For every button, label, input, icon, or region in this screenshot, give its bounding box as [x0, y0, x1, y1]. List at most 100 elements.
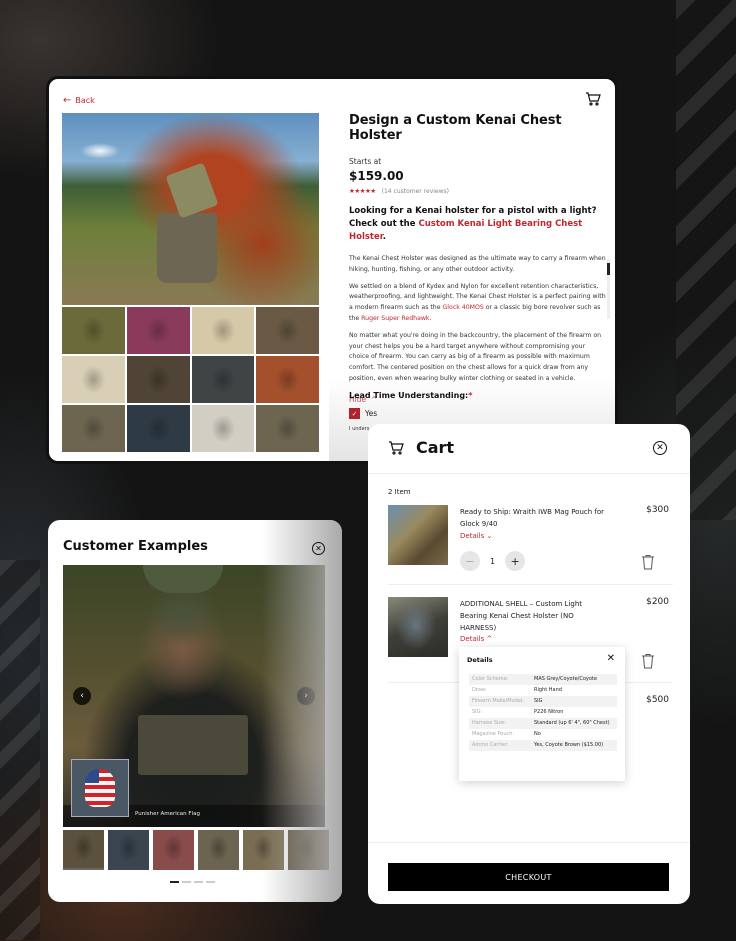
carousel-dots	[170, 881, 215, 883]
trash-icon[interactable]	[641, 653, 655, 669]
reviews-link[interactable]: (14 customer reviews)	[382, 188, 449, 195]
example-thumbnail[interactable]	[153, 830, 194, 870]
back-link[interactable]: ← Back	[63, 95, 95, 106]
next-image-button[interactable]: ›	[297, 687, 315, 705]
yes-checkbox[interactable]: ✓	[349, 408, 360, 419]
carousel-dot[interactable]	[170, 881, 179, 883]
cart-item-price: $200	[646, 597, 669, 607]
cart-item-name[interactable]: Ready to Ship: Wraith IWB Mag Pouch for …	[460, 506, 610, 530]
product-panel: ← Back Design a Custom Kenai Chest Holst…	[46, 76, 618, 464]
details-label: Details	[460, 532, 485, 540]
product-main-image[interactable]	[62, 113, 319, 305]
yes-label: Yes	[365, 409, 378, 418]
details-key: Harness Size:	[469, 718, 531, 729]
details-row: Firearm Make/Model: SIG	[469, 696, 617, 707]
carousel-dot[interactable]	[182, 881, 191, 883]
previous-image-button[interactable]: ‹	[73, 687, 91, 705]
details-value: SIG	[531, 696, 617, 707]
example-thumbnail[interactable]	[108, 830, 149, 870]
punisher-flag-image	[71, 759, 129, 817]
checkout-button[interactable]: CHECKOUT	[388, 863, 669, 891]
details-key: Magazine Pouch:	[472, 731, 515, 737]
check-icon: ✓	[351, 409, 358, 418]
product-thumbnail[interactable]	[191, 356, 255, 403]
product-thumbnail[interactable]	[256, 307, 319, 354]
ruger-super-redhawk-link[interactable]: Ruger Super Redhawk	[361, 315, 429, 322]
chevron-up-icon: ^	[486, 635, 493, 643]
product-thumbnail[interactable]	[256, 356, 319, 403]
product-thumbnail[interactable]	[126, 405, 190, 452]
details-value: MAS Grey/Coyote/Coyote	[531, 674, 617, 685]
cart-icon	[389, 441, 404, 455]
close-icon: ✕	[606, 653, 615, 664]
details-toggle[interactable]: Details ^	[460, 635, 492, 643]
details-label: Details	[460, 635, 485, 643]
product-thumbnail[interactable]	[62, 356, 125, 403]
cart-footer-divider	[368, 842, 690, 843]
vest-shape	[157, 213, 217, 283]
details-row: Draw: Right Hand	[469, 685, 617, 696]
trash-icon[interactable]	[641, 554, 655, 570]
cart-item-price: $300	[646, 505, 669, 515]
glock-40mos-link[interactable]: Glock 40MOS	[443, 304, 484, 311]
punisher-skull-icon	[85, 769, 115, 807]
product-thumbnail[interactable]	[62, 405, 125, 452]
close-cart-button[interactable]: ✕	[653, 441, 667, 455]
carousel-dot[interactable]	[194, 881, 203, 883]
example-thumbnail[interactable]	[198, 830, 239, 870]
para2-text-c: .	[429, 314, 432, 322]
quantity-value: 1	[490, 556, 496, 566]
cap-shape	[143, 565, 223, 593]
details-key: Draw:	[472, 687, 487, 693]
product-thumbnail[interactable]	[191, 307, 255, 354]
details-key: Firearm Make/Model:	[469, 696, 531, 707]
plate-carrier-shape	[138, 715, 248, 775]
example-thumbnail[interactable]	[243, 830, 284, 870]
details-table: Color Scheme: MAS Grey/Coyote/Coyote Draw:…	[469, 674, 617, 751]
details-row: Magazine Pouch: No	[469, 729, 617, 740]
scrollbar-thumb[interactable]	[607, 263, 610, 275]
details-row: SIG: P226 Nitron	[469, 707, 617, 718]
details-value: No	[534, 731, 541, 737]
details-value: Right Hand	[534, 687, 562, 693]
close-details-button[interactable]: ✕	[607, 653, 615, 664]
cart-item-image[interactable]	[388, 505, 448, 565]
lead-text: Looking for a Kenai holster for a pistol…	[349, 205, 607, 244]
details-toggle[interactable]: Details ⌄	[460, 532, 492, 540]
product-thumbnail[interactable]	[62, 307, 125, 354]
details-key: Ammo Carrier:	[469, 740, 531, 751]
decrease-quantity-button[interactable]: −	[460, 551, 480, 571]
cart-title: Cart	[416, 438, 455, 457]
product-thumbnail[interactable]	[126, 307, 190, 354]
cart-item-image[interactable]	[388, 597, 448, 657]
description-scrollbar[interactable]	[607, 259, 610, 319]
details-key: SIG:	[472, 709, 483, 715]
carousel-dot[interactable]	[206, 881, 215, 883]
cart-icon[interactable]	[585, 91, 601, 107]
details-row: Harness Size: Standard (up 6' 4", 60" Che…	[469, 718, 617, 729]
background-stripes-left	[0, 560, 40, 940]
lead-text-end: .	[382, 232, 386, 242]
cart-item-name[interactable]: ADDITIONAL SHELL – Custom Light Bearing …	[460, 598, 610, 634]
details-value: Yes, Coyote Brown ($15.00)	[531, 740, 617, 751]
image-caption: Punisher American Flag	[135, 811, 200, 817]
product-price: $159.00	[349, 169, 404, 183]
product-thumbnail[interactable]	[126, 356, 190, 403]
product-thumbnail-grid	[62, 307, 319, 452]
quantity-stepper: − 1 +	[460, 551, 526, 571]
example-thumbnail[interactable]	[63, 830, 104, 870]
understand-text: I unders	[349, 426, 370, 432]
details-value: P226 Nitron	[534, 709, 564, 715]
example-thumbnail[interactable]	[288, 830, 329, 870]
product-thumbnail[interactable]	[256, 405, 319, 452]
increase-quantity-button[interactable]: +	[505, 551, 526, 571]
description-paragraph-2: We settled on a blend of Kydex and Nylon…	[349, 282, 607, 325]
product-thumbnail[interactable]	[191, 405, 255, 452]
example-main-image: ‹ › Punisher American Flag	[63, 565, 325, 827]
chevron-down-icon: ⌄	[486, 532, 493, 540]
description-paragraph-1: The Kenai Chest Holster was designed as …	[349, 255, 606, 273]
close-examples-button[interactable]: ✕	[312, 542, 325, 555]
holster-shape	[165, 162, 219, 219]
details-popup-title: Details	[467, 656, 493, 664]
divider	[388, 584, 673, 585]
